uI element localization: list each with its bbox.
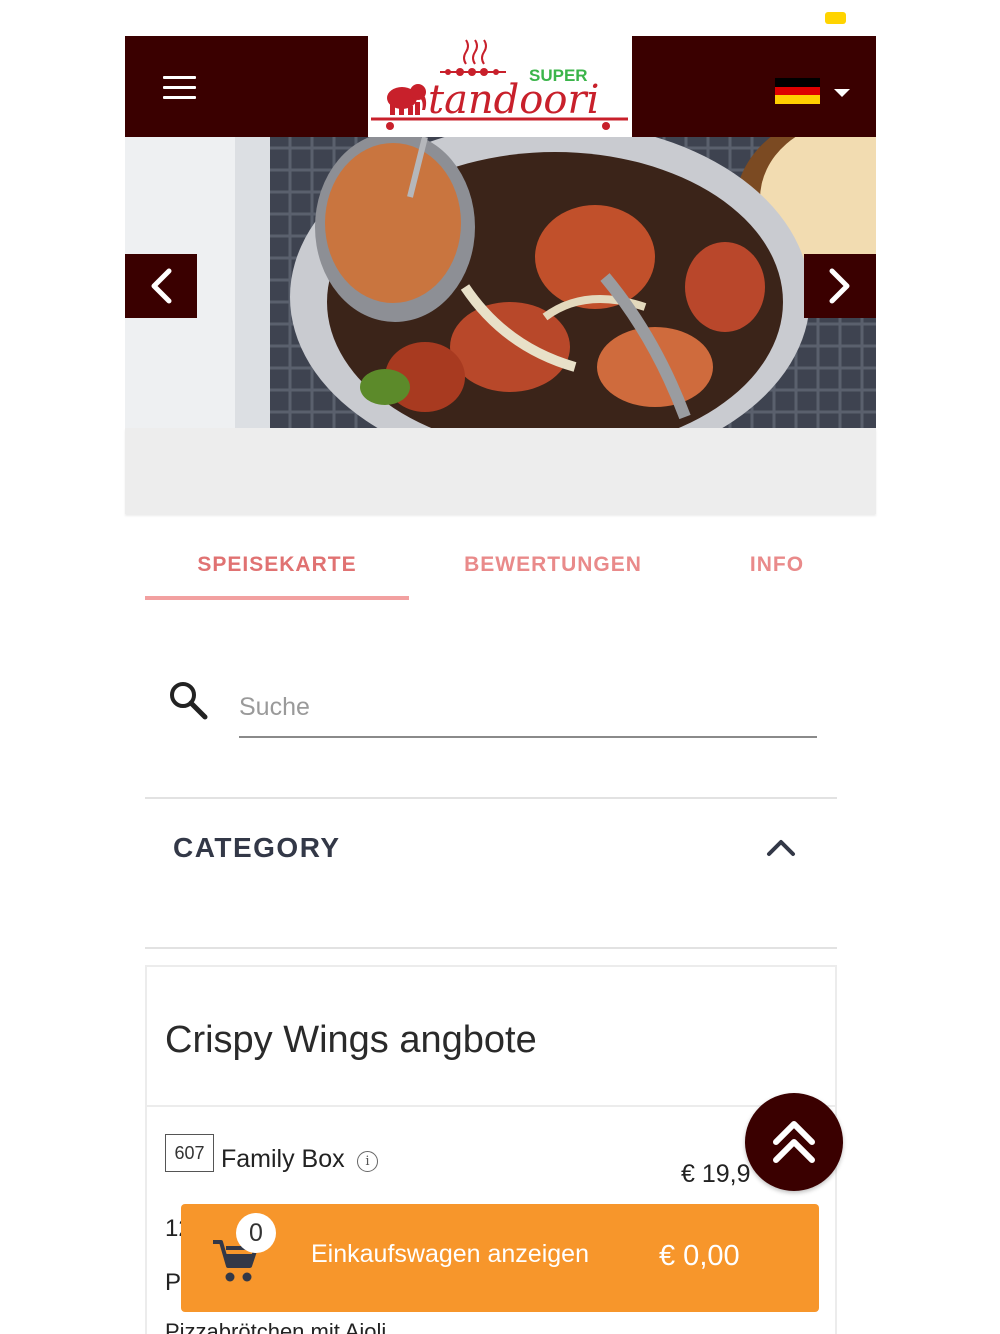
item-description-line: Pizzabrötchen mit Aioli: [165, 1319, 387, 1334]
carousel-prev-button[interactable]: [125, 254, 197, 318]
divider: [147, 1105, 835, 1107]
carousel-next-button[interactable]: [804, 254, 876, 318]
info-icon[interactable]: i: [357, 1151, 378, 1172]
chevron-right-icon: [829, 268, 850, 304]
hero-carousel: [125, 137, 876, 428]
caret-down-icon[interactable]: [834, 89, 850, 97]
tab-bar: SPEISEKARTE BEWERTUNGEN INFO: [145, 530, 837, 600]
app-header: SUPER tandoori: [125, 36, 876, 137]
tab-speisekarte[interactable]: SPEISEKARTE: [145, 530, 409, 600]
cart-total: € 0,00: [659, 1240, 740, 1272]
cart-count-badge: 0: [236, 1213, 276, 1253]
item-number-badge: 607: [165, 1134, 214, 1172]
hamburger-menu-button[interactable]: [163, 76, 196, 100]
hero-food-image: [125, 137, 876, 428]
divider: [145, 947, 837, 949]
item-description-line: P: [165, 1269, 182, 1296]
active-tab-indicator: [145, 596, 409, 600]
section-title: Crispy Wings angbote: [165, 1019, 537, 1061]
logo-name-text: tandoori: [428, 77, 599, 123]
scroll-to-top-button[interactable]: [745, 1093, 843, 1191]
status-indicator: [825, 12, 846, 24]
tab-info[interactable]: INFO: [725, 530, 829, 600]
chevron-left-icon: [151, 268, 172, 304]
double-chevron-up-icon: [773, 1121, 815, 1163]
search-icon: [170, 682, 208, 720]
item-name[interactable]: Family Box: [221, 1145, 345, 1174]
divider: [145, 797, 837, 799]
category-label: CATEGORY: [173, 832, 341, 863]
tab-bewertungen[interactable]: BEWERTUNGEN: [435, 530, 671, 600]
chevron-up-icon: [767, 840, 795, 856]
cart-label: Einkaufswagen anzeigen: [311, 1240, 589, 1268]
hero-footer-band: [125, 428, 876, 514]
search-input[interactable]: [239, 678, 817, 738]
elephant-icon: [387, 84, 427, 115]
view-cart-button[interactable]: 0 Einkaufswagen anzeigen € 0,00: [181, 1204, 819, 1312]
restaurant-logo[interactable]: SUPER tandoori: [368, 36, 632, 137]
category-dropdown[interactable]: CATEGORY: [145, 800, 837, 948]
item-price: € 19,9: [681, 1160, 751, 1188]
de-flag-icon[interactable]: [775, 78, 820, 104]
